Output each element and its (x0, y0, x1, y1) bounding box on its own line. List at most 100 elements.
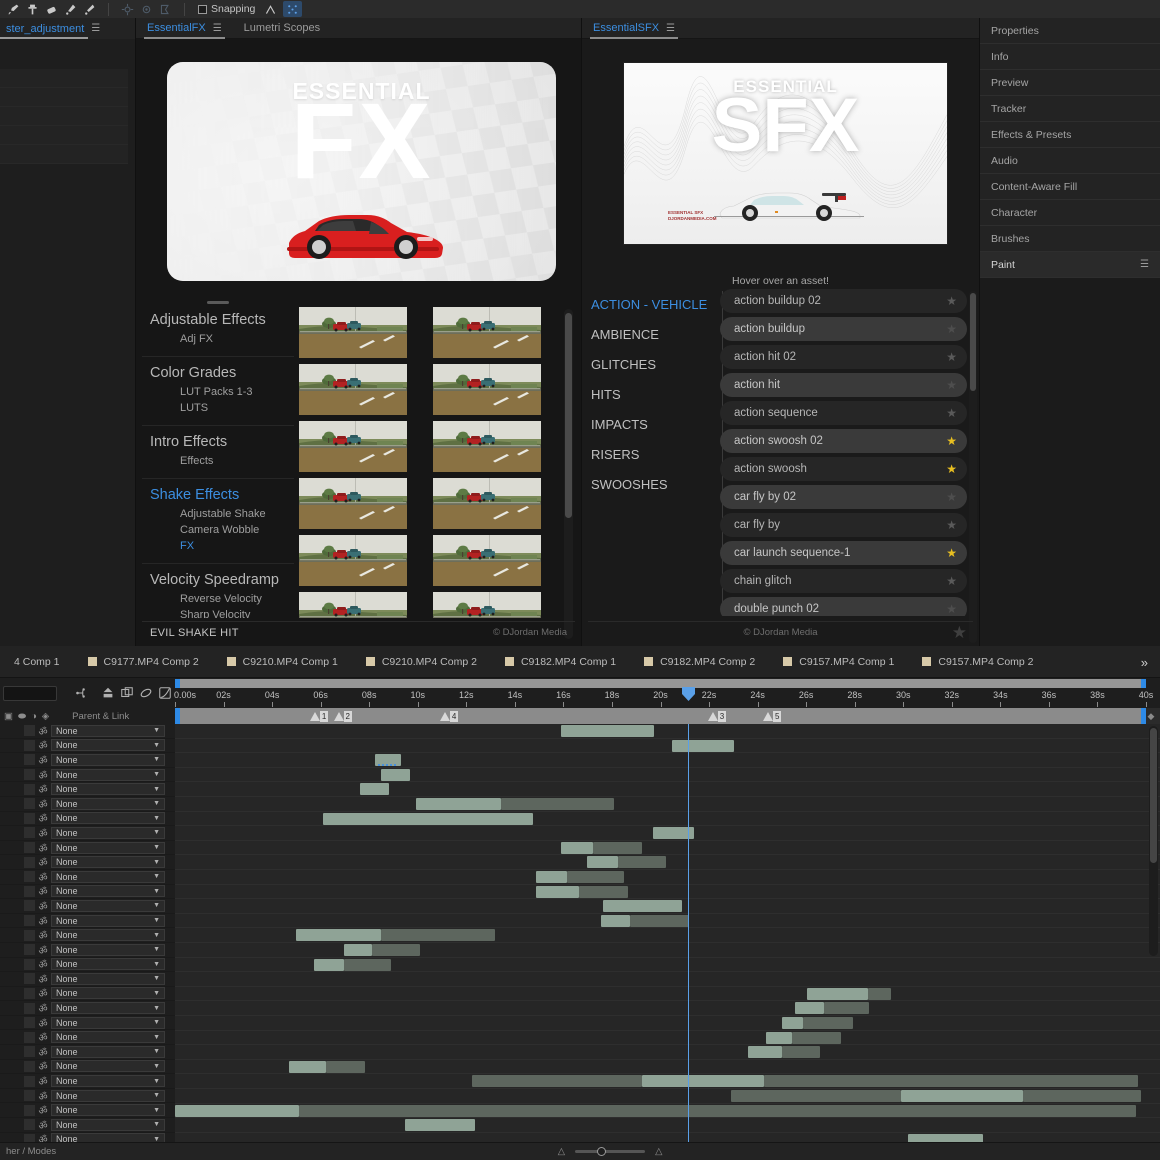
sfx-asset-item[interactable]: action hit★ (720, 373, 967, 397)
motion-blur-icon[interactable] (137, 682, 156, 704)
parent-pickwhip-icon[interactable]: ॐ (35, 738, 51, 752)
sfx-asset-favorite-star-icon[interactable]: ★ (946, 602, 957, 616)
parent-select[interactable]: None▼ (51, 929, 165, 941)
sfx-asset-item[interactable]: car fly by 02★ (720, 485, 967, 509)
sfx-asset-item[interactable]: action buildup 02★ (720, 289, 967, 313)
fx-tab-menu-icon[interactable]: ☰ (213, 23, 222, 34)
chevron-down-icon[interactable]: ▼ (153, 990, 160, 997)
parent-pickwhip-icon[interactable]: ॐ (35, 855, 51, 869)
timeline-clip[interactable] (672, 740, 734, 752)
timeline-track-row[interactable] (175, 1016, 1160, 1031)
timeline-track-row[interactable] (175, 987, 1160, 1002)
parent-pickwhip-icon[interactable]: ॐ (35, 724, 51, 738)
fx-category-header-4[interactable]: Velocity Speedramp (142, 570, 294, 591)
properties-item-9[interactable]: Paint☰ (980, 252, 1160, 278)
timeline-track-row[interactable] (175, 1031, 1160, 1046)
timeline-clip[interactable] (567, 871, 624, 883)
roto-brush-icon[interactable] (61, 1, 80, 17)
chevron-down-icon[interactable]: ▼ (153, 1107, 160, 1114)
layer-color-swatch[interactable] (24, 1017, 35, 1028)
fx-thumbnail[interactable] (433, 364, 541, 415)
parent-pickwhip-icon[interactable]: ॐ (35, 986, 51, 1000)
timeline-clip[interactable] (375, 754, 401, 766)
parent-select[interactable]: None▼ (51, 1046, 165, 1058)
fx-category-item-3-2[interactable]: FX (142, 538, 294, 554)
parent-pickwhip-icon[interactable]: ॐ (35, 1045, 51, 1059)
parent-select[interactable]: None▼ (51, 725, 165, 737)
layer-row[interactable]: ॐNone▼ (0, 855, 175, 870)
timeline-track-row[interactable] (175, 782, 1160, 797)
timeline-scroll-thumb[interactable] (1150, 728, 1157, 863)
chevron-down-icon[interactable]: ▼ (153, 961, 160, 968)
sfx-asset-item[interactable]: action swoosh 02★ (720, 429, 967, 453)
layer-row[interactable]: ॐNone▼ (0, 739, 175, 754)
parent-select[interactable]: None▼ (51, 812, 165, 824)
timeline-clip[interactable] (803, 1017, 852, 1029)
timeline-clip[interactable] (795, 1002, 825, 1014)
timeline-clip[interactable] (314, 959, 345, 971)
parent-pickwhip-icon[interactable]: ॐ (35, 884, 51, 898)
parent-pickwhip-icon[interactable]: ॐ (35, 841, 51, 855)
snapping-checkbox[interactable]: Snapping (198, 3, 255, 15)
timeline-track-row[interactable] (175, 753, 1160, 768)
layer-color-swatch[interactable] (24, 754, 35, 765)
timeline-clip[interactable] (908, 1134, 983, 1142)
layer-row[interactable]: ॐNone▼ (0, 972, 175, 987)
timeline-track-row[interactable] (175, 841, 1160, 856)
chevron-down-icon[interactable]: ▼ (153, 742, 160, 749)
chevron-down-icon[interactable]: ▼ (153, 1092, 160, 1099)
parent-pickwhip-icon[interactable]: ॐ (35, 1030, 51, 1044)
fx-category-item-2-0[interactable]: Effects (142, 453, 294, 469)
chevron-down-icon[interactable]: ▼ (153, 786, 160, 793)
layer-row[interactable]: ॐNone▼ (0, 943, 175, 958)
fx-category-item-4-1[interactable]: Sharp Velocity (142, 607, 294, 618)
pen-icon[interactable] (156, 1, 175, 17)
comp-tab-0[interactable]: 4 Comp 1 (0, 646, 74, 678)
timeline-clip[interactable] (642, 1075, 764, 1087)
sfx-asset-scroll-thumb[interactable] (970, 293, 976, 391)
timeline-track-area[interactable] (175, 724, 1160, 1142)
layer-color-swatch[interactable] (24, 813, 35, 824)
layer-row[interactable]: ॐNone▼ (0, 812, 175, 827)
sfx-category-3[interactable]: HITS (589, 379, 719, 409)
parent-select[interactable]: None▼ (51, 783, 165, 795)
sfx-asset-scrollbar[interactable] (969, 291, 977, 643)
parent-select[interactable]: None▼ (51, 1090, 165, 1102)
zoom-slider[interactable] (575, 1150, 645, 1153)
timeline-clip[interactable] (381, 929, 495, 941)
adjustment-column-icon[interactable]: ◑ (31, 711, 37, 722)
parent-select[interactable]: None▼ (51, 958, 165, 970)
anchor-point-icon[interactable] (118, 1, 137, 17)
fx-category-item-1-1[interactable]: LUTS (142, 400, 294, 416)
chevron-down-icon[interactable]: ▼ (153, 829, 160, 836)
fx-thumbnail[interactable] (299, 421, 407, 472)
fx-category-header-2[interactable]: Intro Effects (142, 432, 294, 453)
timeline-track-row[interactable] (175, 972, 1160, 987)
fx-thumbnail[interactable] (299, 592, 407, 618)
chevron-down-icon[interactable]: ▼ (153, 932, 160, 939)
properties-item-menu-icon[interactable]: ☰ (1140, 259, 1149, 270)
parent-select[interactable]: None▼ (51, 769, 165, 781)
parent-select[interactable]: None▼ (51, 944, 165, 956)
fx-thumbnail-scroll-thumb[interactable] (565, 313, 572, 518)
chevron-down-icon[interactable]: ▼ (153, 815, 160, 822)
timeline-clip[interactable] (360, 783, 389, 795)
fx-category-header-0[interactable]: Adjustable Effects (142, 310, 294, 331)
chevron-down-icon[interactable]: ▼ (153, 1063, 160, 1070)
layer-color-swatch[interactable] (24, 900, 35, 911)
layer-row[interactable]: ॐNone▼ (0, 928, 175, 943)
layer-color-swatch[interactable] (24, 944, 35, 955)
sfx-asset-favorite-star-icon[interactable]: ★ (946, 294, 957, 308)
parent-select[interactable]: None▼ (51, 739, 165, 751)
timeline-right-toggle-icon[interactable]: ◆ (1144, 708, 1158, 724)
chevron-down-icon[interactable]: ▼ (153, 800, 160, 807)
sfx-category-1[interactable]: AMBIENCE (589, 319, 719, 349)
timeline-clip[interactable] (416, 798, 501, 810)
layer-row[interactable]: ॐNone▼ (0, 753, 175, 768)
mask-feather-icon[interactable] (137, 1, 156, 17)
parent-pickwhip-icon[interactable]: ॐ (35, 1074, 51, 1088)
chevron-down-icon[interactable]: ▼ (153, 1005, 160, 1012)
parent-select[interactable]: None▼ (51, 798, 165, 810)
timeline-vertical-scrollbar[interactable] (1149, 726, 1158, 956)
comp-tab-1[interactable]: C9177.MP4 Comp 2 (74, 646, 213, 678)
